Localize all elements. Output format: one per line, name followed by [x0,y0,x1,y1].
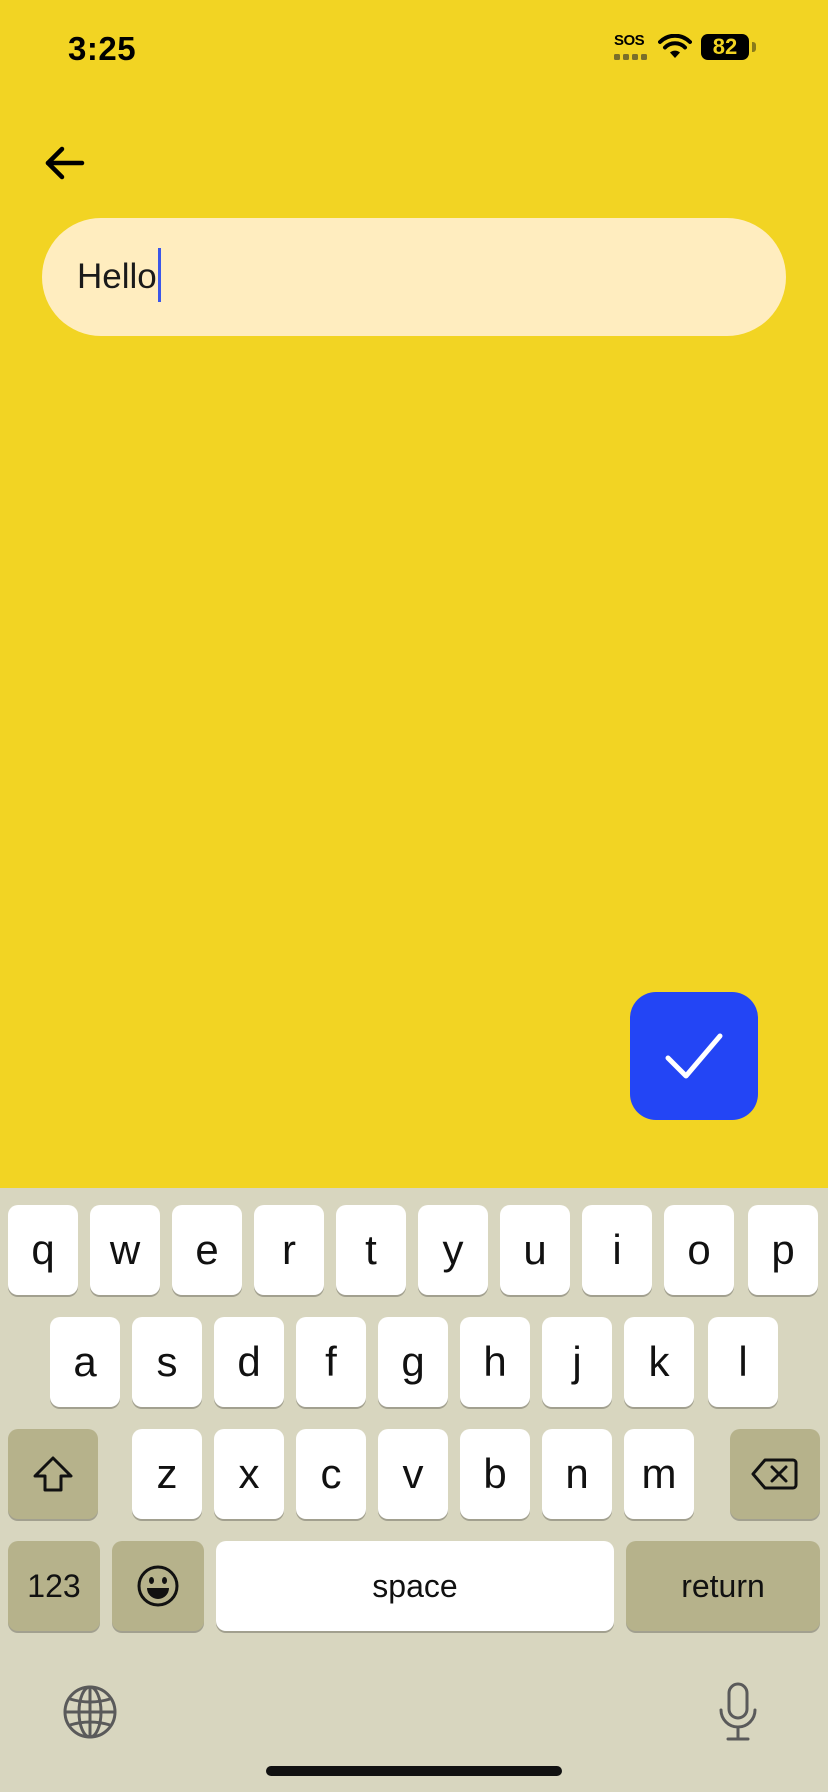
key-v[interactable]: v [378,1429,448,1519]
key-i[interactable]: i [582,1205,652,1295]
key-j[interactable]: j [542,1317,612,1407]
key-n[interactable]: n [542,1429,612,1519]
return-key[interactable]: return [626,1541,820,1631]
space-key[interactable]: space [216,1541,614,1631]
key-y[interactable]: y [418,1205,488,1295]
key-f[interactable]: f [296,1317,366,1407]
dictation-button[interactable] [714,1680,762,1744]
key-z[interactable]: z [132,1429,202,1519]
key-d[interactable]: d [214,1317,284,1407]
keyboard: q w e r t y u i o p a s d f g h j k l z … [0,1188,828,1792]
globe-button[interactable] [62,1684,118,1740]
key-u[interactable]: u [500,1205,570,1295]
key-l[interactable]: l [708,1317,778,1407]
shift-icon [33,1456,73,1492]
home-indicator [266,1766,562,1776]
key-e[interactable]: e [172,1205,242,1295]
battery-tip [752,42,756,52]
microphone-icon [719,1682,757,1741]
screen: 3:25 SOS 82 Hello q w e r t y u i o p a … [0,0,828,1792]
signal-dots-icon [614,54,647,60]
input-value: Hello [77,257,157,296]
key-p[interactable]: p [748,1205,818,1295]
delete-key[interactable] [730,1429,820,1519]
numbers-key[interactable]: 123 [8,1541,100,1631]
key-c[interactable]: c [296,1429,366,1519]
backspace-icon [751,1458,798,1490]
key-h[interactable]: h [460,1317,530,1407]
key-g[interactable]: g [378,1317,448,1407]
back-button[interactable] [42,140,88,186]
text-caret [157,248,161,302]
key-t[interactable]: t [336,1205,406,1295]
battery-indicator: 82 [701,34,749,60]
confirm-button[interactable] [630,992,758,1120]
key-s[interactable]: s [132,1317,202,1407]
wifi-icon [658,34,692,58]
emoji-icon [137,1565,179,1607]
checkmark-icon [665,1033,723,1079]
key-m[interactable]: m [624,1429,694,1519]
key-q[interactable]: q [8,1205,78,1295]
key-w[interactable]: w [90,1205,160,1295]
key-k[interactable]: k [624,1317,694,1407]
key-o[interactable]: o [664,1205,734,1295]
arrow-left-icon [45,146,85,180]
shift-key[interactable] [8,1429,98,1519]
globe-icon [63,1685,117,1739]
title-input[interactable]: Hello [42,218,786,336]
key-a[interactable]: a [50,1317,120,1407]
key-x[interactable]: x [214,1429,284,1519]
key-r[interactable]: r [254,1205,324,1295]
emoji-key[interactable] [112,1541,204,1631]
key-b[interactable]: b [460,1429,530,1519]
sos-indicator: SOS [614,32,645,49]
status-time: 3:25 [68,30,137,67]
